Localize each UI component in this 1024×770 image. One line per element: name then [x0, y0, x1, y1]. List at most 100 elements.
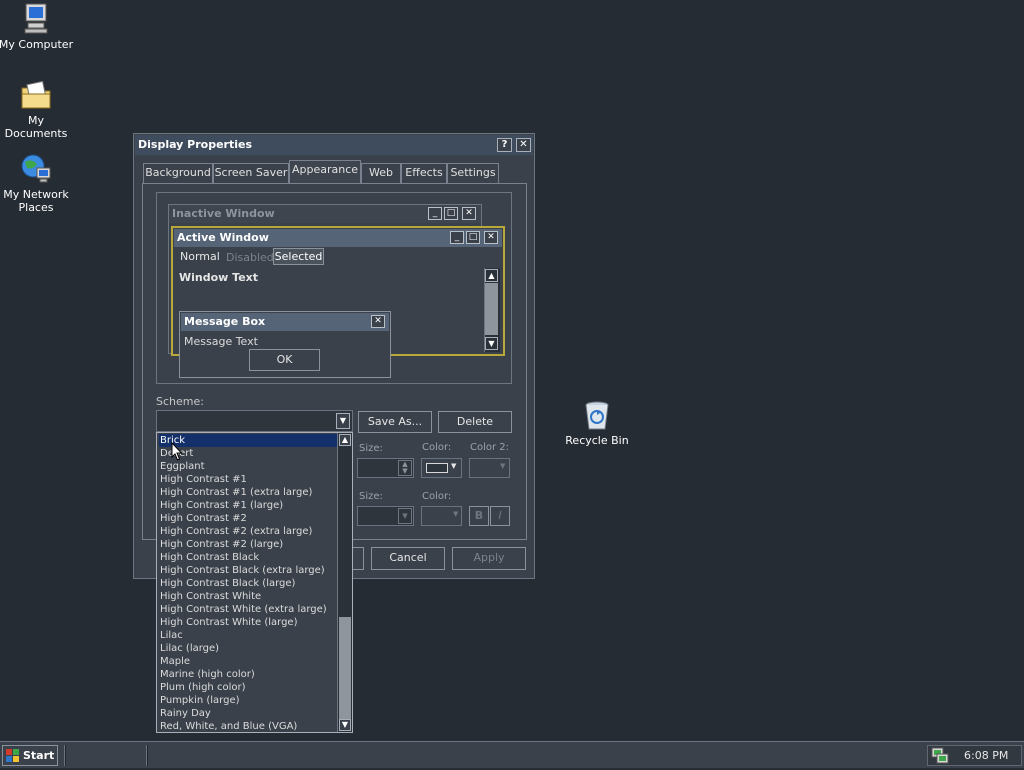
- scheme-option[interactable]: High Contrast #2 (extra large): [159, 525, 337, 538]
- quick-launch-divider: [64, 745, 66, 766]
- taskbar-divider: [146, 745, 148, 766]
- chevron-down-icon: ▼: [500, 462, 506, 470]
- scheme-option[interactable]: Brick: [159, 434, 337, 447]
- cancel-button[interactable]: Cancel: [371, 547, 445, 570]
- italic-button[interactable]: I: [490, 506, 510, 526]
- scheme-option[interactable]: High Contrast White (extra large): [159, 603, 337, 616]
- start-button[interactable]: Start: [2, 745, 58, 766]
- scheme-option[interactable]: Marine (high color): [159, 668, 337, 681]
- chevron-down-icon: ▼: [398, 508, 412, 524]
- tab-web[interactable]: Web: [361, 163, 401, 183]
- scheme-option[interactable]: Lilac: [159, 629, 337, 642]
- tab-background[interactable]: Background: [143, 163, 213, 183]
- preview-menu-normal: Normal: [180, 250, 220, 263]
- preview-ok-button: OK: [249, 349, 320, 371]
- window-titlebar[interactable]: Display Properties ? ✕: [135, 135, 533, 155]
- save-as-button[interactable]: Save As...: [358, 411, 432, 433]
- bold-button[interactable]: B: [469, 506, 489, 526]
- scheme-option[interactable]: High Contrast #1 (extra large): [159, 486, 337, 499]
- mouse-cursor-icon: [171, 441, 183, 464]
- scroll-up-icon[interactable]: ▲: [339, 434, 351, 446]
- scheme-option[interactable]: Lilac (large): [159, 642, 337, 655]
- tab-screen-saver[interactable]: Screen Saver: [213, 163, 289, 183]
- network-icon: [19, 152, 53, 186]
- desktop-icon-label: My Computer: [0, 38, 74, 51]
- close-button[interactable]: ✕: [516, 138, 531, 152]
- tab-appearance[interactable]: Appearance: [289, 160, 361, 184]
- spinner-icon: ▲ ▼: [398, 460, 412, 476]
- preview-message-box-titlebar: Message Box: [181, 313, 389, 331]
- scheme-option[interactable]: High Contrast Black: [159, 551, 337, 564]
- preview-scroll-up-icon: ▲: [485, 269, 498, 282]
- scroll-down-icon[interactable]: ▼: [339, 719, 351, 731]
- scheme-option[interactable]: Plum (high color): [159, 681, 337, 694]
- tab-settings[interactable]: Settings: [447, 163, 499, 183]
- font-size-select[interactable]: ▼: [357, 506, 414, 526]
- color-swatch: [426, 463, 448, 473]
- scheme-option[interactable]: High Contrast Black (large): [159, 577, 337, 590]
- font-color-picker[interactable]: ▼: [421, 506, 462, 526]
- preview-menu-disabled: Disabled: [226, 251, 274, 264]
- system-tray: 6:08 PM: [927, 745, 1022, 766]
- scheme-select[interactable]: ▼: [156, 410, 353, 432]
- clock[interactable]: 6:08 PM: [964, 746, 1008, 765]
- preview-message-box-title: Message Box: [184, 315, 266, 328]
- preview-window-text: Window Text: [179, 271, 259, 284]
- network-tray-icon[interactable]: [931, 747, 949, 770]
- scheme-dropdown-list[interactable]: Brick Desert Eggplant High Contrast #1 H…: [156, 432, 353, 733]
- maximize-icon: □: [444, 207, 458, 220]
- preview-scroll-down-icon: ▼: [485, 337, 498, 350]
- desktop-icon-my-network-places[interactable]: My Network Places: [0, 152, 76, 214]
- chevron-down-icon: ▼: [453, 510, 459, 518]
- scroll-thumb[interactable]: [339, 617, 351, 719]
- scheme-option[interactable]: Desert: [159, 447, 337, 460]
- scheme-option[interactable]: High Contrast White (large): [159, 616, 337, 629]
- desktop-icon-recycle-bin[interactable]: Recycle Bin: [557, 398, 637, 447]
- scheme-option[interactable]: High Contrast #2 (large): [159, 538, 337, 551]
- taskbar: Start 6:08 PM: [0, 741, 1024, 768]
- desktop-icon-my-documents[interactable]: My Documents: [0, 78, 76, 140]
- tab-effects[interactable]: Effects: [401, 163, 447, 183]
- desktop-icon-my-computer[interactable]: My Computer: [0, 2, 76, 51]
- preview-inactive-title: Inactive Window: [172, 207, 275, 220]
- scheme-option[interactable]: Pumpkin (large): [159, 694, 337, 707]
- chevron-down-icon[interactable]: ▼: [336, 413, 350, 429]
- item-color2-picker[interactable]: ▼: [469, 458, 510, 478]
- delete-button[interactable]: Delete: [438, 411, 512, 433]
- minimize-icon: _: [428, 207, 442, 220]
- size-label: Size:: [359, 443, 383, 454]
- preview-scroll-thumb: [485, 283, 498, 335]
- preview-menu-selected: Selected: [273, 248, 324, 265]
- start-label: Start: [23, 749, 55, 762]
- scheme-option[interactable]: Rainy Day: [159, 707, 337, 720]
- font-color-label: Color:: [422, 491, 452, 502]
- minimize-icon: _: [450, 231, 464, 244]
- recycle-bin-icon: [580, 398, 614, 432]
- scheme-option[interactable]: High Contrast #1 (large): [159, 499, 337, 512]
- close-icon: ✕: [462, 207, 476, 220]
- scheme-option[interactable]: High Contrast Black (extra large): [159, 564, 337, 577]
- item-color-picker[interactable]: ▼: [421, 458, 462, 478]
- maximize-icon: □: [466, 231, 480, 244]
- scheme-option[interactable]: Red, White, and Blue (VGA): [159, 720, 337, 732]
- scheme-option[interactable]: High Contrast #1: [159, 473, 337, 486]
- color-label: Color:: [422, 442, 452, 453]
- desktop-icon-label: My Documents: [4, 114, 68, 140]
- close-icon: ✕: [484, 231, 498, 244]
- documents-folder-icon: [19, 78, 53, 112]
- help-button[interactable]: ?: [497, 138, 512, 152]
- scheme-option[interactable]: Maple: [159, 655, 337, 668]
- item-size-stepper[interactable]: ▲ ▼: [357, 458, 414, 478]
- windows-logo-icon: [6, 749, 19, 762]
- color2-label: Color 2:: [470, 442, 510, 453]
- dropdown-scrollbar[interactable]: ▲ ▼: [337, 433, 352, 732]
- apply-button[interactable]: Apply: [452, 547, 526, 570]
- scheme-option[interactable]: Eggplant: [159, 460, 337, 473]
- scheme-option[interactable]: High Contrast #2: [159, 512, 337, 525]
- desktop-icon-label: My Network Places: [3, 188, 69, 214]
- window-title: Display Properties: [138, 138, 253, 151]
- chevron-down-icon: ▼: [451, 462, 457, 470]
- preview-message-text: Message Text: [184, 335, 258, 348]
- scheme-option[interactable]: High Contrast White: [159, 590, 337, 603]
- scheme-label: Scheme:: [156, 395, 204, 408]
